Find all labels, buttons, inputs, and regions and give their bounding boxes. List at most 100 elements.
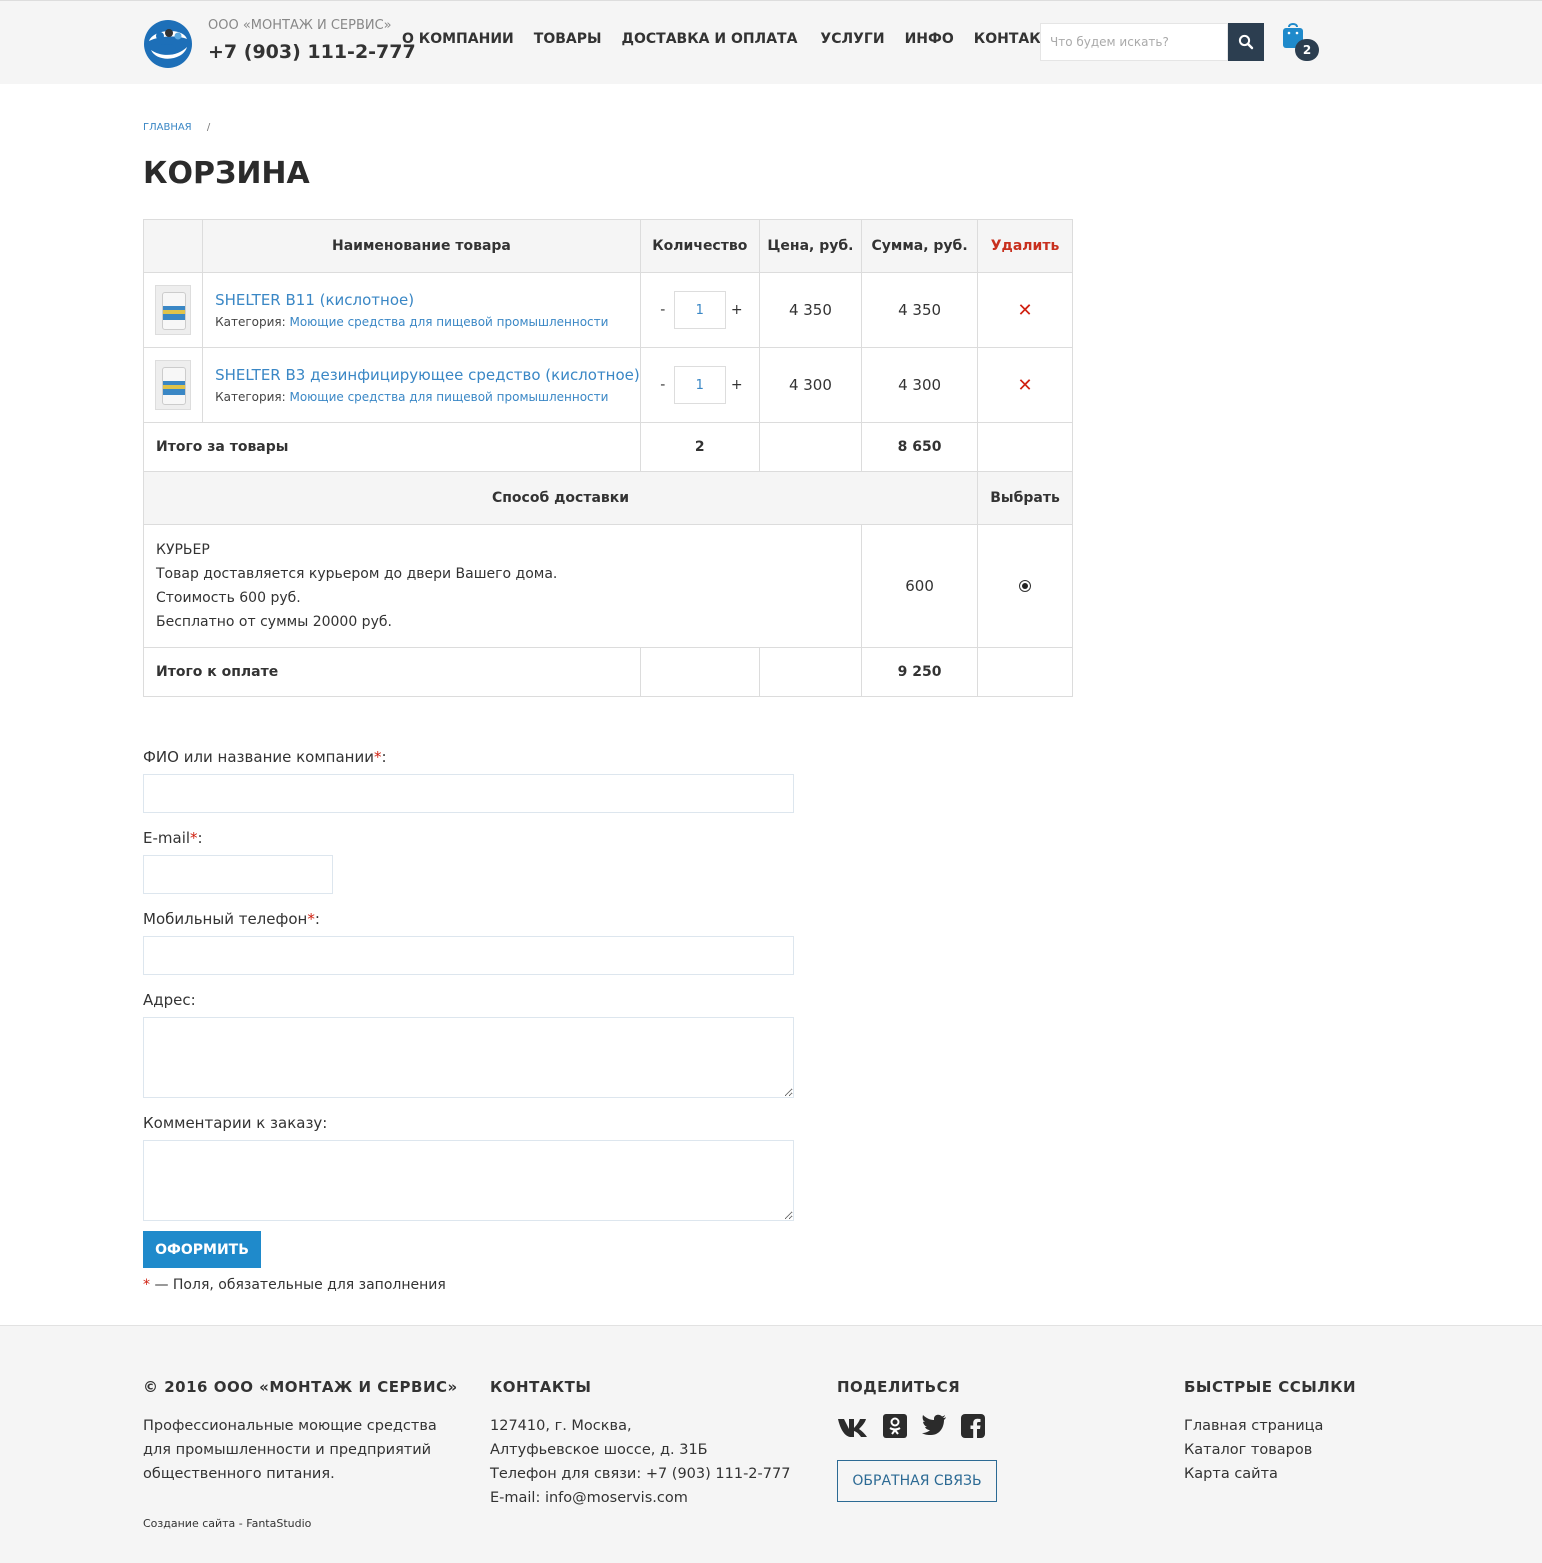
nav-services[interactable]: УСЛУГИ <box>820 31 884 47</box>
odnoklassniki-icon[interactable] <box>883 1414 907 1438</box>
footer-link-catalog[interactable]: Каталог товаров <box>1184 1438 1356 1462</box>
cart-count-badge: 2 <box>1295 39 1319 61</box>
item-price: 4 350 <box>758 272 863 348</box>
email-field[interactable] <box>143 855 333 894</box>
remove-icon[interactable]: ✕ <box>1017 375 1032 396</box>
qty-decrease-button[interactable]: - <box>655 377 671 393</box>
header-price: Цена, руб. <box>758 219 863 273</box>
social-icons <box>837 1414 999 1438</box>
about-line: Профессиональные моющие средства <box>143 1418 437 1434</box>
header-name: Наименование товара <box>202 219 641 273</box>
goods-total-qty: 2 <box>639 422 760 472</box>
facebook-icon[interactable] <box>961 1414 985 1438</box>
product-category: Категория: Моющие средства для пищевой п… <box>215 315 640 329</box>
item-remove-cell: ✕ <box>977 272 1073 348</box>
qty-increase-button[interactable]: + <box>729 302 745 318</box>
email-label: E-mail*: <box>143 829 794 847</box>
footer-contacts: КОНТАКТЫ 127410, г. Москва, Алтуфьевское… <box>490 1378 790 1510</box>
header-qty: Количество <box>639 219 760 273</box>
required-mark: * <box>190 829 198 847</box>
vk-icon[interactable] <box>837 1414 869 1438</box>
name-field[interactable] <box>143 774 794 813</box>
company-logo[interactable] <box>143 17 193 69</box>
qty-increase-button[interactable]: + <box>729 377 745 393</box>
company-name: ООО «МОНТАЖ И СЕРВИС» <box>208 18 392 33</box>
search-button[interactable] <box>1228 23 1264 61</box>
category-link[interactable]: Моющие средства для пищевой промышленнос… <box>289 390 608 404</box>
breadcrumb-home[interactable]: ГЛАВНАЯ <box>143 122 192 133</box>
contact-line: Алтуфьевское шоссе, д. 31Б <box>490 1442 708 1458</box>
phone-field[interactable] <box>143 936 794 975</box>
twitter-icon[interactable] <box>921 1414 947 1438</box>
comment-field[interactable] <box>143 1140 794 1221</box>
item-thumb-cell <box>142 347 204 423</box>
item-remove-cell: ✕ <box>977 347 1073 423</box>
delivery-option-row: КУРЬЕР Товар доставляется курьером до дв… <box>142 524 1073 648</box>
product-link[interactable]: SHELTER B3 дезинфицирующее средство (кис… <box>215 366 640 384</box>
footer-contacts-text: 127410, г. Москва, Алтуфьевское шоссе, д… <box>490 1414 790 1510</box>
contact-line: 127410, г. Москва, <box>490 1418 632 1434</box>
item-sum: 4 300 <box>861 347 979 423</box>
footer-copyright: © 2016 ООО «МОНТАЖ И СЕРВИС» <box>143 1378 458 1396</box>
submit-order-button[interactable]: ОФОРМИТЬ <box>143 1231 261 1268</box>
footer-share: ПОДЕЛИТЬСЯ ОБРАТНАЯ СВЯЗЬ <box>837 1378 999 1502</box>
category-label: Категория: <box>215 315 290 329</box>
breadcrumb-separator: / <box>206 122 211 133</box>
item-name-cell: SHELTER B3 дезинфицирующее средство (кис… <box>202 347 641 423</box>
product-thumbnail[interactable] <box>155 285 192 335</box>
goods-total-sum: 8 650 <box>861 422 979 472</box>
colon: : <box>381 748 387 766</box>
qty-decrease-button[interactable]: - <box>655 302 671 318</box>
feedback-button[interactable]: ОБРАТНАЯ СВЯЗЬ <box>837 1460 997 1502</box>
cart-table-header: Наименование товара Количество Цена, руб… <box>142 219 1073 273</box>
qty-input[interactable] <box>673 291 726 329</box>
delivery-line: Стоимость 600 руб. <box>156 590 301 606</box>
cart-table: Наименование товара Количество Цена, руб… <box>142 219 1073 697</box>
address-field[interactable] <box>143 1017 794 1098</box>
contact-line: Телефон для связи: +7 (903) 111-2-777 <box>490 1466 791 1482</box>
delivery-radio[interactable] <box>1019 580 1032 592</box>
nav-products[interactable]: ТОВАРЫ <box>534 31 602 47</box>
header-sum: Сумма, руб. <box>861 219 979 273</box>
pay-total-row: Итого к оплате 9 250 <box>143 647 1073 697</box>
comment-label: Комментарии к заказу: <box>143 1114 328 1132</box>
search-input[interactable] <box>1040 23 1228 61</box>
delivery-price: 600 <box>861 524 979 648</box>
order-form: ФИО или название компании *: E-mail*: Моб… <box>143 748 794 1293</box>
category-label: Категория: <box>215 390 290 404</box>
item-qty-cell: - + <box>639 347 760 423</box>
required-note-text: — Поля, обязательные для заполнения <box>150 1277 446 1293</box>
item-price: 4 300 <box>758 347 863 423</box>
delivery-header-row: Способ доставки Выбрать <box>142 471 1073 525</box>
footer-links: БЫСТРЫЕ ССЫЛКИ Главная страница Каталог … <box>1184 1378 1356 1486</box>
nav-delivery[interactable]: ДОСТАВКА И ОПЛАТА <box>622 31 798 47</box>
phone-label-text: Мобильный телефон <box>143 910 308 928</box>
footer-link-home[interactable]: Главная страница <box>1184 1414 1356 1438</box>
search-icon <box>1238 34 1254 50</box>
footer-links-title: БЫСТРЫЕ ССЫЛКИ <box>1184 1378 1357 1396</box>
site-footer: © 2016 ООО «МОНТАЖ И СЕРВИС» Профессиона… <box>0 1325 1542 1563</box>
page-title: КОРЗИНА <box>143 156 310 191</box>
site-credit[interactable]: Создание сайта - FantaStudio <box>143 1517 311 1530</box>
delivery-choose-header: Выбрать <box>977 471 1073 525</box>
colon: : <box>314 910 320 928</box>
name-label-text: ФИО или название компании <box>143 748 374 766</box>
nav-info[interactable]: ИНФО <box>905 31 954 47</box>
site-header: ООО «МОНТАЖ И СЕРВИС» +7 (903) 111-2-777… <box>0 0 1542 84</box>
qty-input[interactable] <box>673 366 726 404</box>
header-phone[interactable]: +7 (903) 111-2-777 <box>208 41 416 63</box>
goods-total-row: Итого за товары 2 8 650 <box>143 422 1073 472</box>
about-line: для промышленности и предприятий <box>143 1442 432 1458</box>
category-link[interactable]: Моющие средства для пищевой промышленнос… <box>289 315 608 329</box>
cart-item-row: SHELTER B3 дезинфицирующее средство (кис… <box>142 347 1073 423</box>
remove-icon[interactable]: ✕ <box>1017 300 1032 321</box>
pay-total-sum: 9 250 <box>861 647 979 697</box>
item-qty-cell: - + <box>639 272 760 348</box>
nav-about[interactable]: О КОМПАНИИ <box>402 31 514 47</box>
product-thumbnail[interactable] <box>155 360 192 410</box>
phone-label: Мобильный телефон*: <box>143 910 794 928</box>
delivery-line: Бесплатно от суммы 20000 руб. <box>156 614 392 630</box>
footer-link-sitemap[interactable]: Карта сайта <box>1184 1462 1356 1486</box>
product-link[interactable]: SHELTER B11 (кислотное) <box>215 291 640 309</box>
delivery-header: Способ доставки <box>142 471 979 525</box>
